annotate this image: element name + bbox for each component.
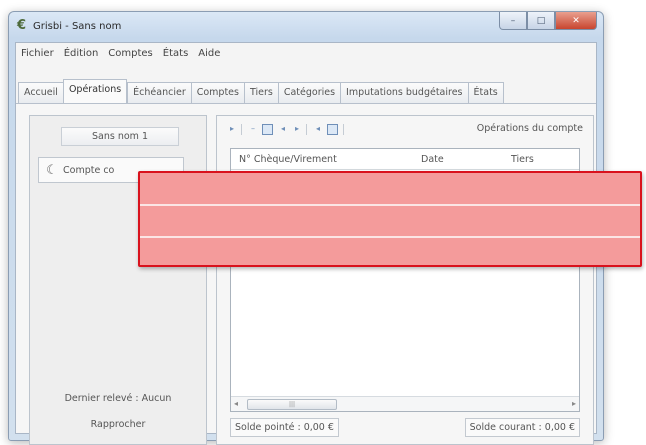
dernier-releve-label: Dernier relevé : Aucun xyxy=(64,393,172,404)
list-header: N° Chèque/Virement Date Tiers xyxy=(231,149,579,170)
menu-bar: Fichier Édition Comptes États Aide xyxy=(16,43,596,63)
account-button-label: Compte co xyxy=(63,164,115,176)
solde-courant-label: Solde courant : 0,00 € xyxy=(464,418,580,437)
transactions-frame: ▸ – ◂ ▸ ◂ Opérations du compte N° Chèque… xyxy=(216,115,594,445)
window-controls: – □ ✕ xyxy=(499,12,597,30)
minimize-button[interactable]: – xyxy=(499,12,527,30)
tab-categories[interactable]: Catégories xyxy=(277,82,341,104)
menu-aide[interactable]: Aide xyxy=(193,48,225,59)
overlay-divider xyxy=(140,204,640,206)
menu-etats[interactable]: États xyxy=(158,48,194,59)
tab-etats[interactable]: États xyxy=(467,82,504,104)
notebook-tabs: Accueil Opérations Échéancier Comptes Ti… xyxy=(18,79,596,104)
properties-icon[interactable]: ▸ xyxy=(292,124,302,134)
toolbar-separator xyxy=(306,123,307,135)
tab-operations[interactable]: Opérations xyxy=(62,79,128,104)
solde-pointe-label: Solde pointé : 0,00 € xyxy=(230,418,339,437)
menu-fichier[interactable]: Fichier xyxy=(16,48,59,59)
maximize-button[interactable]: □ xyxy=(527,12,555,30)
operations-title: Opérations du compte xyxy=(476,123,583,134)
delete-icon[interactable]: – xyxy=(248,124,258,134)
edit-icon[interactable] xyxy=(262,123,273,135)
grisbi-app-icon: € xyxy=(17,18,27,33)
account-icon: ☾ xyxy=(46,162,58,178)
overlay-divider xyxy=(140,236,640,238)
operations-panel: Sans nom 1 ☾ Compte co Dernier relevé : … xyxy=(16,103,596,445)
close-button[interactable]: ✕ xyxy=(555,12,597,30)
tab-tiers[interactable]: Tiers xyxy=(243,82,278,104)
rapprocher-button[interactable]: Rapprocher xyxy=(30,419,206,430)
toolbar-separator xyxy=(343,123,344,135)
column-cheque[interactable]: N° Chèque/Virement xyxy=(239,154,337,165)
redaction-overlay xyxy=(138,171,642,267)
scroll-right-icon[interactable]: ▸ xyxy=(572,399,576,408)
title-bar[interactable]: € Grisbi - Sans nom – □ ✕ xyxy=(9,12,603,40)
toolbar-separator xyxy=(241,123,242,135)
horizontal-scrollbar[interactable]: ◂ ||| ▸ xyxy=(231,396,579,411)
tab-imputations[interactable]: Imputations budgétaires xyxy=(340,82,468,104)
tab-echeancier[interactable]: Échéancier xyxy=(127,82,191,104)
reconcile-icon[interactable]: ◂ xyxy=(278,124,288,134)
scroll-thumb[interactable]: ||| xyxy=(247,399,337,410)
column-date[interactable]: Date xyxy=(421,154,444,165)
columns-icon[interactable] xyxy=(327,123,338,135)
column-tiers[interactable]: Tiers xyxy=(511,154,534,165)
scroll-left-icon[interactable]: ◂ xyxy=(234,399,238,408)
window-title: Grisbi - Sans nom xyxy=(33,21,122,32)
new-transaction-icon[interactable]: ▸ xyxy=(227,124,237,134)
view-icon[interactable]: ◂ xyxy=(313,124,323,134)
menu-comptes[interactable]: Comptes xyxy=(103,48,157,59)
menu-edition[interactable]: Édition xyxy=(59,48,104,59)
tab-accueil[interactable]: Accueil xyxy=(18,82,63,104)
accounts-sidebar: Sans nom 1 ☾ Compte co Dernier relevé : … xyxy=(29,115,207,445)
account-file-label: Sans nom 1 xyxy=(61,127,179,146)
tab-comptes[interactable]: Comptes xyxy=(190,82,244,104)
transactions-toolbar: ▸ – ◂ ▸ ◂ xyxy=(227,122,350,136)
